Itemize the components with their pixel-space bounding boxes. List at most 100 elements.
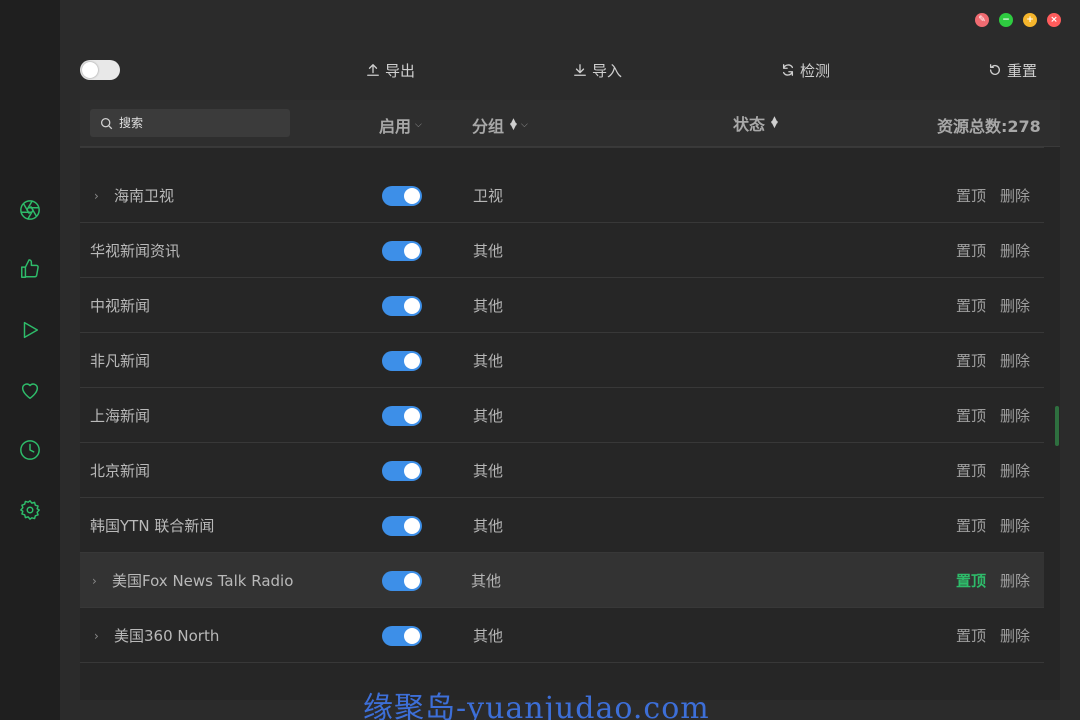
pin-to-top-button[interactable]: 置顶 [956,405,986,426]
channel-name-cell: 上海新闻 [90,405,150,426]
group-cell: 卫视 [473,187,504,205]
delete-button[interactable]: 删除 [1000,460,1030,481]
minimize-icon: − [1002,14,1010,25]
channel-table: 启用 ⌵ 分组 ▲▼ ⌵ 状态 ▲▼ 资源总数:278 ›海南卫视卫视置顶删除华… [80,100,1060,700]
close-button[interactable]: × [1047,13,1061,27]
check-label: 检测 [800,61,831,80]
pin-to-top-button[interactable]: 置顶 [956,295,986,316]
sidebar-item-play[interactable] [18,318,42,342]
refresh-icon [782,64,794,76]
chevron-right-icon[interactable]: › [92,574,104,588]
channel-name-cell: 中视新闻 [90,295,150,316]
pin-to-top-button[interactable]: 置顶 [956,515,986,536]
sidebar-item-favorites[interactable] [18,378,42,402]
group-cell: 其他 [473,462,504,480]
pin-to-top-button[interactable]: 置顶 [956,350,986,371]
channel-name: 美国360 North [114,627,220,645]
column-status-label: 状态 [733,115,766,134]
channel-name: 上海新闻 [90,407,151,425]
import-button[interactable]: 导入 [573,60,622,80]
group-cell: 其他 [473,517,504,535]
import-label: 导入 [592,61,623,80]
column-group[interactable]: 分组 ▲ ▼ ⌵ [472,113,528,137]
column-status[interactable]: 状态 ▲ ▼ [733,111,778,135]
delete-button[interactable]: 删除 [1000,625,1030,646]
sidebar-item-recommend[interactable] [18,257,42,281]
table-header: 启用 ⌵ 分组 ▲▼ ⌵ 状态 ▲▼ 资源总数:278 [80,100,1060,147]
search-icon [100,117,113,129]
close-icon: × [1050,14,1058,25]
pin-to-top-button[interactable]: 置顶 [956,460,986,481]
delete-button[interactable]: 删除 [1000,570,1030,591]
pin-to-top-button[interactable]: 置顶 [956,240,986,261]
delete-button[interactable]: 删除 [1000,240,1030,261]
channel-name-cell: 韩国YTN 联合新闻 [90,515,214,536]
maximize-button[interactable]: + [1023,13,1037,27]
sidebar-item-discover[interactable] [18,198,42,222]
enable-switch[interactable] [382,626,422,646]
group-cell: 其他 [473,627,504,645]
chevron-right-icon[interactable]: › [94,189,106,203]
column-enabled[interactable]: 启用 ⌵ [379,113,422,137]
enable-switch[interactable] [382,241,422,261]
enable-switch[interactable] [382,571,422,591]
enable-switch[interactable] [382,186,422,206]
chevron-down-icon: ⌵ [415,120,422,130]
enable-switch[interactable] [382,406,422,426]
resource-total: 资源总数:278 [937,113,1041,137]
table-row[interactable]: 北京新闻 其他 置顶 删除 [80,443,1044,498]
chevron-right-icon[interactable]: › [94,629,106,643]
pin-to-top-button[interactable]: 置顶 [956,185,986,206]
table-row[interactable]: › 美国360 North 其他 置顶 删除 [80,608,1044,663]
reset-button[interactable]: 重置 [988,60,1037,80]
group-cell: 其他 [473,352,504,370]
pin-window-button[interactable]: ✎ [975,13,989,27]
minimize-button[interactable]: − [999,13,1013,27]
reset-icon [989,64,1001,75]
pin-to-top-button[interactable]: 置顶 [956,625,986,646]
pin-to-top-button[interactable]: 置顶 [956,570,986,591]
table-row[interactable]: 华视新闻资讯 其他 置顶 删除 [80,223,1044,278]
table-row[interactable]: 韩国YTN 联合新闻 其他 置顶 删除 [80,498,1044,553]
search-box[interactable] [90,109,290,137]
table-row[interactable]: › 海南卫视 卫视 置顶 删除 [80,168,1044,223]
heart-icon [21,383,39,399]
upload-icon [367,64,379,76]
sort-icon[interactable]: ▲ ▼ [510,118,517,132]
delete-button[interactable]: 删除 [1000,295,1030,316]
enable-switch[interactable] [382,516,422,536]
table-row[interactable]: › 美国Fox News Talk Radio 其他 置顶 删除 [80,553,1044,608]
table-row[interactable]: 非凡新闻 其他 置顶 删除 [80,333,1044,388]
sidebar-item-history[interactable] [18,438,42,462]
channel-name-cell: 北京新闻 [90,460,150,481]
sidebar-item-settings[interactable] [18,498,42,522]
search-input[interactable] [119,116,279,130]
sort-icon[interactable]: ▲ ▼ [771,116,778,130]
resource-total-label: 资源总数:278 [937,117,1041,136]
group-cell: 其他 [473,407,504,425]
check-button[interactable]: 检测 [781,60,830,80]
group-cell: 其他 [471,572,502,590]
delete-button[interactable]: 删除 [1000,405,1030,426]
enable-switch[interactable] [382,296,422,316]
enable-switch[interactable] [382,461,422,481]
delete-button[interactable]: 删除 [1000,185,1030,206]
column-group-label: 分组 [472,117,505,136]
delete-button[interactable]: 删除 [1000,515,1030,536]
chevron-down-icon[interactable]: ⌵ [521,120,528,130]
delete-button[interactable]: 删除 [1000,350,1030,371]
channel-name: 中视新闻 [90,297,151,315]
group-cell: 其他 [473,297,504,315]
channel-name-cell: 非凡新闻 [90,350,150,371]
global-toggle[interactable] [80,60,120,80]
export-label: 导出 [385,61,416,80]
scrollbar-thumb[interactable] [1055,406,1059,446]
thumbs-up-icon [21,259,39,278]
export-button[interactable]: 导出 [366,60,415,80]
table-row[interactable]: 中视新闻 其他 置顶 删除 [80,278,1044,333]
column-enabled-label: 启用 [379,117,412,136]
enable-switch[interactable] [382,351,422,371]
gear-icon [20,500,40,520]
group-cell: 其他 [473,242,504,260]
table-row[interactable]: 上海新闻 其他 置顶 删除 [80,388,1044,443]
